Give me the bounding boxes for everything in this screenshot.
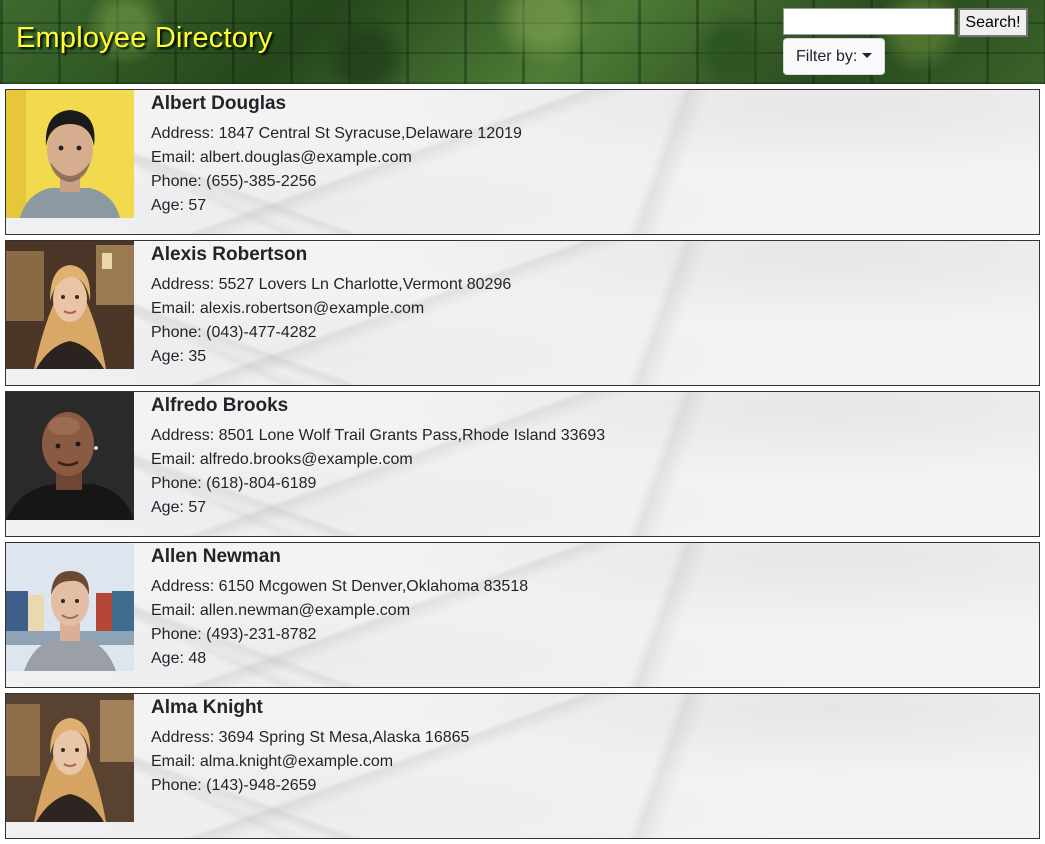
age-value: 48 xyxy=(188,650,207,667)
search-button[interactable]: Search! xyxy=(958,8,1028,37)
employee-phone: Phone: (655)-385-2256 xyxy=(151,173,316,191)
employee-name: Alma Knight xyxy=(151,697,263,718)
address-label: Address: xyxy=(151,427,219,444)
email-label: Email: xyxy=(151,451,200,468)
email-value: allen.newman@example.com xyxy=(199,602,411,619)
employee-address: Address: 5527 Lovers Ln Charlotte,Vermon… xyxy=(151,276,511,294)
search-input[interactable] xyxy=(783,8,955,35)
address-label: Address: xyxy=(151,276,219,293)
address-value: 6150 Mcgowen St Denver,Oklahoma 83518 xyxy=(218,578,529,595)
age-label: Age: xyxy=(151,197,189,214)
employee-card: Albert Douglas Address: 1847 Central St … xyxy=(5,89,1040,235)
employee-phone: Phone: (493)-231-8782 xyxy=(151,626,316,644)
phone-label: Phone: xyxy=(151,626,207,643)
phone-label: Phone: xyxy=(151,324,207,341)
phone-value: (618)-804-6189 xyxy=(206,475,317,492)
employee-photo xyxy=(6,90,134,218)
email-value: alma.knight@example.com xyxy=(199,753,394,770)
address-value: 8501 Lone Wolf Trail Grants Pass,Rhode I… xyxy=(218,427,606,444)
page-title: Employee Directory xyxy=(16,22,273,54)
employee-photo xyxy=(6,543,134,671)
site-header: Employee Directory Search! Filter by: xyxy=(0,0,1045,84)
email-label: Email: xyxy=(151,753,200,770)
employee-age: Age: 57 xyxy=(151,197,206,215)
employee-name: Alexis Robertson xyxy=(151,244,308,265)
employee-phone: Phone: (618)-804-6189 xyxy=(151,475,316,493)
caret-down-icon xyxy=(862,52,873,58)
address-label: Address: xyxy=(151,578,219,595)
age-value: 57 xyxy=(188,197,207,214)
employee-photo xyxy=(6,241,134,369)
employee-email: Email: alma.knight@example.com xyxy=(151,753,393,771)
employee-address: Address: 1847 Central St Syracuse,Delawa… xyxy=(151,125,522,143)
employee-email: Email: alexis.robertson@example.com xyxy=(151,300,424,318)
email-label: Email: xyxy=(151,602,200,619)
phone-value: (143)-948-2659 xyxy=(206,777,317,794)
email-value: albert.douglas@example.com xyxy=(199,149,412,166)
phone-label: Phone: xyxy=(151,475,207,492)
employee-card: Alfredo Brooks Address: 8501 Lone Wolf T… xyxy=(5,391,1040,537)
phone-label: Phone: xyxy=(151,777,207,794)
employee-age: Age: 35 xyxy=(151,348,206,366)
phone-value: (493)-231-8782 xyxy=(206,626,317,643)
age-value: 57 xyxy=(188,499,207,516)
employee-card: Allen Newman Address: 6150 Mcgowen St De… xyxy=(5,542,1040,688)
employee-age: Age: 57 xyxy=(151,499,206,517)
phone-value: (655)-385-2256 xyxy=(206,173,317,190)
email-label: Email: xyxy=(151,149,200,166)
email-value: alfredo.brooks@example.com xyxy=(199,451,413,468)
address-label: Address: xyxy=(151,729,219,746)
email-label: Email: xyxy=(151,300,200,317)
employee-name: Alfredo Brooks xyxy=(151,395,289,416)
employee-card: Alma Knight Address: 3694 Spring St Mesa… xyxy=(5,693,1040,839)
employee-phone: Phone: (043)-477-4282 xyxy=(151,324,316,342)
age-label: Age: xyxy=(151,348,189,365)
employee-email: Email: albert.douglas@example.com xyxy=(151,149,412,167)
phone-label: Phone: xyxy=(151,173,207,190)
age-label: Age: xyxy=(151,499,189,516)
age-label: Age: xyxy=(151,650,189,667)
address-value: 3694 Spring St Mesa,Alaska 16865 xyxy=(218,729,470,746)
employee-address: Address: 6150 Mcgowen St Denver,Oklahoma… xyxy=(151,578,528,596)
employee-email: Email: allen.newman@example.com xyxy=(151,602,410,620)
phone-value: (043)-477-4282 xyxy=(206,324,317,341)
employee-phone: Phone: (143)-948-2659 xyxy=(151,777,316,795)
employee-list: Albert Douglas Address: 1847 Central St … xyxy=(5,89,1040,844)
address-value: 1847 Central St Syracuse,Delaware 12019 xyxy=(218,125,522,142)
employee-name: Albert Douglas xyxy=(151,93,287,114)
employee-address: Address: 3694 Spring St Mesa,Alaska 1686… xyxy=(151,729,469,747)
employee-address: Address: 8501 Lone Wolf Trail Grants Pas… xyxy=(151,427,605,445)
age-value: 35 xyxy=(188,348,207,365)
employee-card: Alexis Robertson Address: 5527 Lovers Ln… xyxy=(5,240,1040,386)
address-label: Address: xyxy=(151,125,219,142)
employee-age: Age: 48 xyxy=(151,650,206,668)
address-value: 5527 Lovers Ln Charlotte,Vermont 80296 xyxy=(218,276,512,293)
email-value: alexis.robertson@example.com xyxy=(199,300,425,317)
employee-email: Email: alfredo.brooks@example.com xyxy=(151,451,413,469)
employee-photo xyxy=(6,392,134,520)
employee-name: Allen Newman xyxy=(151,546,281,567)
filter-label: Filter by: xyxy=(796,47,858,65)
filter-dropdown-button[interactable]: Filter by: xyxy=(783,38,885,75)
